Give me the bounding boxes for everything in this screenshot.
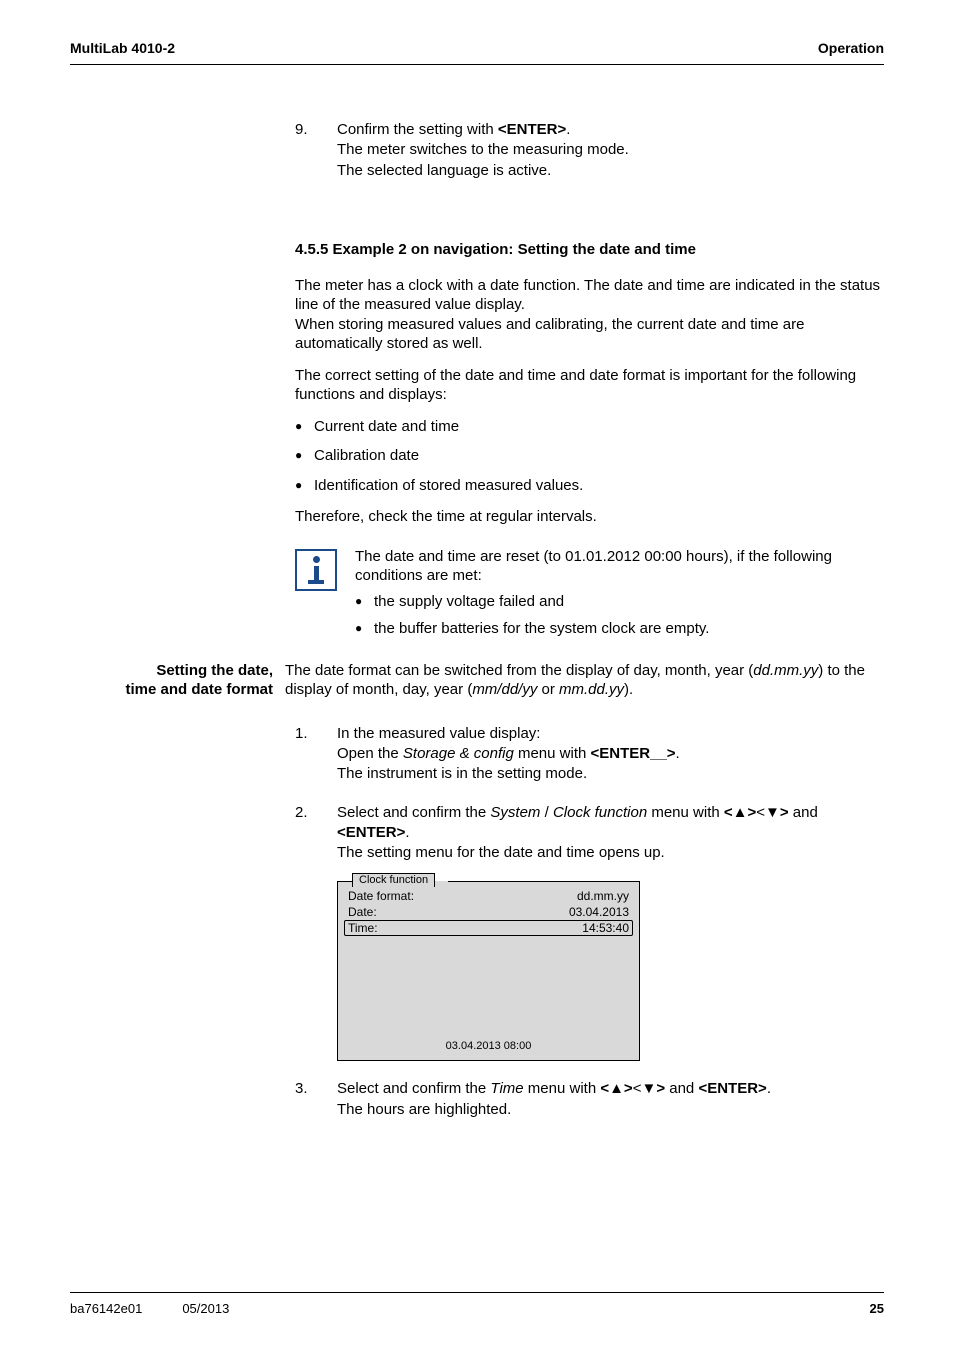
info-icon xyxy=(295,549,337,591)
row-value: 14:53:40 xyxy=(582,921,629,935)
text-fragment: The date and time are reset (to 01.01.20… xyxy=(355,548,832,585)
row-value: dd.mm.yy xyxy=(577,889,629,903)
step-9: 9. Confirm the setting with <ENTER>. The… xyxy=(295,120,884,181)
text-fragment: < xyxy=(756,804,765,821)
menu-name: Storage & config xyxy=(403,745,514,762)
text-fragment: ). xyxy=(624,681,633,698)
header-left: MultiLab 4010-2 xyxy=(70,40,175,56)
side-heading-row: Setting the date, time and date format T… xyxy=(70,661,884,700)
key-ref: <ENTER> xyxy=(337,824,405,841)
format-italic: mm/dd/yy xyxy=(472,681,537,698)
text-fragment: or xyxy=(537,681,559,698)
text-fragment: When storing measured values and calibra… xyxy=(295,316,804,353)
menu-name: Time xyxy=(490,1080,523,1097)
text-fragment: The date format can be switched from the… xyxy=(285,662,753,679)
text-fragment: . xyxy=(566,121,570,138)
screen-spacer xyxy=(344,936,633,1036)
text-fragment: and xyxy=(789,804,818,821)
step-3: 3. Select and confirm the Time menu with… xyxy=(295,1079,884,1120)
paragraph: Therefore, check the time at regular int… xyxy=(295,507,884,527)
row-label: Date format: xyxy=(348,889,414,903)
key-ref: <ENTER__> xyxy=(591,745,676,762)
info-sublist: the supply voltage failed and the buffer… xyxy=(355,592,884,639)
list-item: Identification of stored measured values… xyxy=(295,476,884,496)
step-number: 9. xyxy=(295,120,315,181)
key-ref: <▲> xyxy=(600,1080,632,1097)
format-italic: dd.mm.yy xyxy=(753,662,818,679)
step-2: 2. Select and confirm the System / Clock… xyxy=(295,803,884,864)
text-fragment: Confirm the setting with xyxy=(337,121,498,138)
bullet-list: Current date and time Calibration date I… xyxy=(295,417,884,496)
list-item: the supply voltage failed and xyxy=(355,592,884,612)
step-number: 3. xyxy=(295,1079,315,1120)
text-fragment: . xyxy=(767,1080,771,1097)
step-text: Select and confirm the System / Clock fu… xyxy=(337,803,884,864)
row-label: Time: xyxy=(348,921,378,935)
menu-name: Clock function xyxy=(553,804,647,821)
text-line: The meter switches to the measuring mode… xyxy=(337,141,629,158)
text-line: The instrument is in the setting mode. xyxy=(337,765,587,782)
key-ref: <ENTER> xyxy=(698,1080,766,1097)
page-footer: ba76142e01 05/2013 25 xyxy=(70,1292,884,1316)
step-number: 1. xyxy=(295,724,315,785)
step-number: 2. xyxy=(295,803,315,864)
text-fragment: menu with xyxy=(647,804,724,821)
footer-page-number: 25 xyxy=(870,1301,884,1316)
text-fragment: . xyxy=(676,745,680,762)
row-value: 03.04.2013 xyxy=(569,905,629,919)
text-fragment: Open the xyxy=(337,745,403,762)
text-line: The setting menu for the date and time o… xyxy=(337,844,665,861)
key-ref: <ENTER> xyxy=(498,121,566,138)
menu-name: System xyxy=(490,804,540,821)
text-fragment: Select and confirm the xyxy=(337,1080,490,1097)
step-1: 1. In the measured value display: Open t… xyxy=(295,724,884,785)
list-item: Calibration date xyxy=(295,446,884,466)
key-ref: <▲> xyxy=(724,804,756,821)
screen-row-date-format: Date format: dd.mm.yy xyxy=(344,888,633,904)
page-header: MultiLab 4010-2 Operation xyxy=(0,0,954,56)
screen-tab: Clock function xyxy=(352,873,435,887)
screen-row-date: Date: 03.04.2013 xyxy=(344,904,633,920)
text-line: The selected language is active. xyxy=(337,162,551,179)
key-ref: ▼> xyxy=(641,1080,665,1097)
text-fragment: and xyxy=(665,1080,698,1097)
step-text: Select and confirm the Time menu with <▲… xyxy=(337,1079,884,1120)
list-item: the buffer batteries for the system cloc… xyxy=(355,619,884,639)
paragraph: The meter has a clock with a date functi… xyxy=(295,276,884,354)
info-text: The date and time are reset (to 01.01.20… xyxy=(355,547,884,647)
text-fragment: . xyxy=(405,824,409,841)
text-fragment: menu with xyxy=(514,745,591,762)
step-text: Confirm the setting with <ENTER>. The me… xyxy=(337,120,884,181)
header-rule xyxy=(70,64,884,65)
key-ref: ▼> xyxy=(765,804,789,821)
text-line: The hours are highlighted. xyxy=(337,1101,511,1118)
format-italic: mm.dd.yy xyxy=(559,681,624,698)
paragraph: The correct setting of the date and time… xyxy=(295,366,884,405)
list-item: Current date and time xyxy=(295,417,884,437)
step-text: In the measured value display: Open the … xyxy=(337,724,884,785)
info-block: The date and time are reset (to 01.01.20… xyxy=(295,547,884,647)
header-right: Operation xyxy=(818,40,884,56)
text-fragment: The meter has a clock with a date functi… xyxy=(295,277,880,314)
footer-rule xyxy=(70,1292,884,1293)
screen-row-time-selected: Time: 14:53:40 xyxy=(344,920,633,936)
footer-doc-id: ba76142e01 xyxy=(70,1301,142,1316)
device-screen: Clock function Date format: dd.mm.yy Dat… xyxy=(337,881,640,1061)
side-text: The date format can be switched from the… xyxy=(285,661,884,700)
side-heading: Setting the date, time and date format xyxy=(70,661,285,700)
footer-date: 05/2013 xyxy=(182,1301,229,1316)
screen-status-line: 03.04.2013 08:00 xyxy=(338,1036,639,1060)
text-line: time and date format xyxy=(125,681,273,698)
section-heading: 4.5.5 Example 2 on navigation: Setting t… xyxy=(295,241,884,258)
text-line: Setting the date, xyxy=(156,662,273,679)
text-line: In the measured value display: xyxy=(337,725,540,742)
row-label: Date: xyxy=(348,905,377,919)
text-fragment: Select and confirm the xyxy=(337,804,490,821)
text-fragment: menu with xyxy=(524,1080,601,1097)
text-fragment: / xyxy=(540,804,553,821)
